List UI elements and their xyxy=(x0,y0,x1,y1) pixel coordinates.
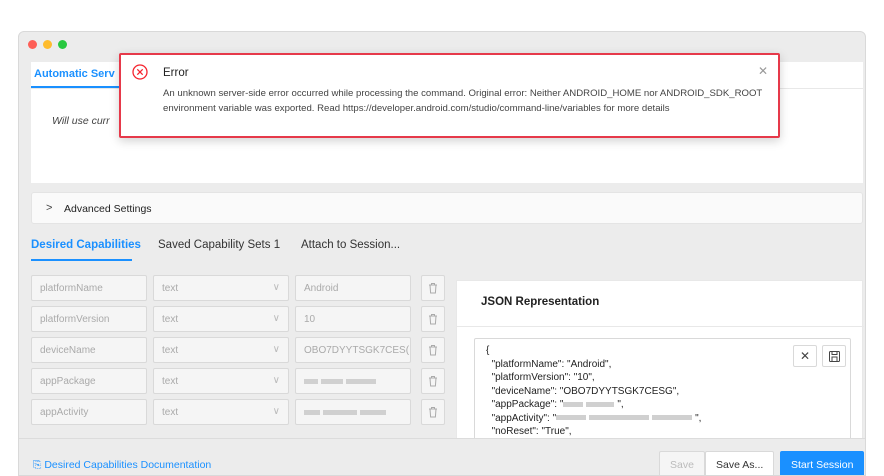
advanced-settings-label: Advanced Settings xyxy=(64,203,152,215)
capability-tabs: Desired Capabilities Saved Capability Se… xyxy=(31,232,863,262)
type-value: text xyxy=(162,345,179,356)
error-message: An unknown server-side error occurred wh… xyxy=(163,88,763,114)
delete-capability-button[interactable] xyxy=(421,306,445,332)
capability-row: deviceName text ∨ OBO7DYYTSGK7CES( xyxy=(31,337,445,363)
server-description: Will use curr xyxy=(52,115,110,127)
tab-desired-capabilities[interactable]: Desired Capabilities xyxy=(31,239,141,251)
json-code: { "platformName": "Android", "platformVe… xyxy=(486,345,702,437)
type-value: text xyxy=(162,376,179,387)
maximize-window-button[interactable] xyxy=(58,40,67,49)
capability-value-input[interactable]: Android xyxy=(295,275,411,301)
save-button[interactable]: Save xyxy=(659,451,705,475)
capability-type-select[interactable]: text ∨ xyxy=(153,275,289,301)
type-value: text xyxy=(162,314,179,325)
start-session-button[interactable]: Start Session xyxy=(780,451,865,475)
capability-type-select[interactable]: text ∨ xyxy=(153,368,289,394)
capability-row: platformName text ∨ Android xyxy=(31,275,445,301)
advanced-settings-toggle[interactable]: > Advanced Settings xyxy=(31,192,863,224)
capability-name-input[interactable]: appActivity xyxy=(31,399,147,425)
delete-capability-button[interactable] xyxy=(421,337,445,363)
tab-attach-to-session[interactable]: Attach to Session... xyxy=(301,239,400,251)
capability-type-select[interactable]: text ∨ xyxy=(153,306,289,332)
type-value: text xyxy=(162,407,179,418)
trash-icon xyxy=(429,314,437,325)
capabilities-doc-link[interactable]: ⎘ Desired Capabilities Documentation xyxy=(33,459,211,472)
window-controls xyxy=(28,40,67,49)
capability-name-input[interactable]: deviceName xyxy=(31,337,147,363)
chevron-down-icon: ∨ xyxy=(272,313,280,324)
save-as-button[interactable]: Save As... xyxy=(705,451,775,475)
chevron-down-icon: ∨ xyxy=(272,282,280,293)
type-value: text xyxy=(162,283,179,294)
clear-json-button[interactable]: ✕ xyxy=(793,345,817,367)
chevron-down-icon: ∨ xyxy=(272,406,280,417)
save-json-button[interactable] xyxy=(822,345,846,367)
close-icon[interactable]: ✕ xyxy=(758,64,768,78)
external-link-icon: ⎘ xyxy=(33,459,45,471)
chevron-down-icon: ∨ xyxy=(272,375,280,386)
json-title: JSON Representation xyxy=(481,296,600,308)
chevron-right-icon: > xyxy=(46,202,53,214)
error-title: Error xyxy=(163,67,189,79)
error-circle-icon xyxy=(132,64,148,80)
tab-automatic-server[interactable]: Automatic Serv xyxy=(31,62,119,88)
delete-capability-button[interactable] xyxy=(421,275,445,301)
capability-row: appActivity text ∨ xyxy=(31,399,445,425)
capability-name-input[interactable]: platformName xyxy=(31,275,147,301)
trash-icon xyxy=(429,283,437,294)
trash-icon xyxy=(429,376,437,387)
capability-name-input[interactable]: appPackage xyxy=(31,368,147,394)
tab-saved-capability-sets[interactable]: Saved Capability Sets 1 xyxy=(158,239,280,251)
capability-value-input[interactable] xyxy=(295,399,411,425)
capability-name-input[interactable]: platformVersion xyxy=(31,306,147,332)
capability-value-input[interactable]: OBO7DYYTSGK7CES( xyxy=(295,337,411,363)
capability-value-input[interactable] xyxy=(295,368,411,394)
save-icon xyxy=(828,351,840,362)
chevron-down-icon: ∨ xyxy=(272,344,280,355)
capability-type-select[interactable]: text ∨ xyxy=(153,337,289,363)
delete-capability-button[interactable] xyxy=(421,399,445,425)
capability-row: platformVersion text ∨ 10 xyxy=(31,306,445,332)
delete-capability-button[interactable] xyxy=(421,368,445,394)
close-window-button[interactable] xyxy=(28,40,37,49)
close-icon: ✕ xyxy=(799,349,811,363)
trash-icon xyxy=(429,407,437,418)
error-dialog: Error ✕ An unknown server-side error occ… xyxy=(119,53,780,138)
capability-value-input[interactable]: 10 xyxy=(295,306,411,332)
capability-type-select[interactable]: text ∨ xyxy=(153,399,289,425)
minimize-window-button[interactable] xyxy=(43,40,52,49)
capability-row: appPackage text ∨ xyxy=(31,368,445,394)
trash-icon xyxy=(429,345,437,356)
footer-bar: ⎘ Desired Capabilities Documentation Sav… xyxy=(19,438,865,475)
